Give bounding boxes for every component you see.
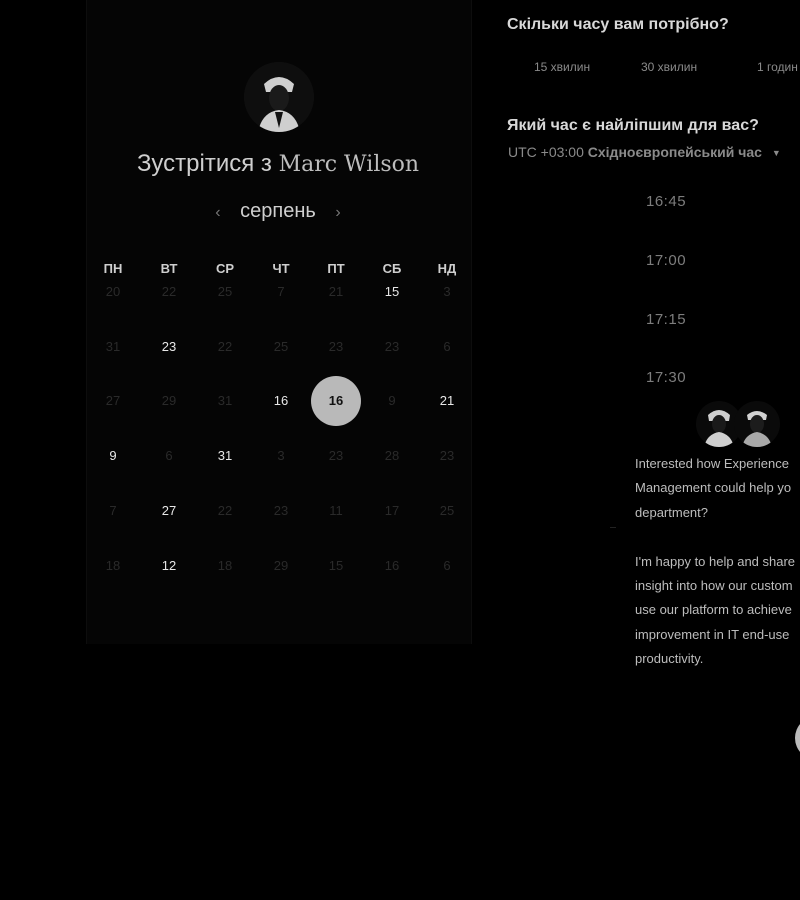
host-name: Marc Wilson [278, 152, 420, 177]
weekday-label: ПТ [327, 261, 345, 276]
calendar-day: 18 [217, 558, 233, 573]
duration-option-30[interactable]: 30 хвилин [641, 60, 697, 74]
calendar-day: 6 [443, 339, 451, 354]
calendar-day[interactable]: 31 [205, 446, 245, 466]
calendar-day: 18 [105, 558, 121, 573]
calendar-day: 23 [384, 339, 400, 354]
timezone-offset: UTC +03:00 [508, 144, 584, 160]
calendar-day: 6 [165, 448, 173, 463]
calendar-day: 23 [439, 448, 455, 463]
calendar-day: 22 [217, 503, 233, 518]
calendar-day: 7 [109, 503, 117, 518]
agent-avatar [734, 401, 780, 447]
calendar-day[interactable]: 21 [427, 391, 467, 411]
calendar-day: 15 [328, 558, 344, 573]
message-line: productivity. [635, 651, 704, 667]
message-line [635, 525, 800, 549]
caret-down-icon: ▼ [771, 148, 781, 159]
title-prefix: Зустрітися з [136, 150, 272, 177]
divider [610, 527, 616, 528]
month-navigation: ‹ серпень › [86, 200, 470, 223]
month-label: серпень [240, 200, 316, 222]
calendar-day: 29 [273, 558, 289, 573]
duration-question: Скільки часу вам потрібно? [507, 16, 729, 33]
time-slot[interactable]: 16:45 [646, 193, 686, 210]
calendar-day: 22 [217, 339, 233, 354]
calendar-day[interactable]: 16 [261, 391, 301, 411]
calendar-day: 25 [217, 284, 233, 299]
weekday-label: СБ [382, 261, 402, 276]
calendar-day: 27 [105, 393, 121, 408]
time-slot[interactable]: 17:30 [646, 369, 686, 386]
calendar-day: 22 [161, 284, 177, 299]
calendar-day: 31 [217, 393, 233, 408]
message-line: Interested how Experience [635, 456, 789, 471]
calendar-day: 21 [328, 284, 344, 299]
calendar-day: 25 [439, 503, 455, 518]
time-slot[interactable]: 17:00 [646, 252, 686, 269]
message-line: use our platform to achieve [635, 602, 792, 618]
calendar-day: 29 [161, 393, 177, 408]
weekday-label: ВТ [160, 261, 178, 276]
calendar-day[interactable]: 12 [149, 556, 189, 576]
chevron-left-icon[interactable]: ‹ [201, 204, 234, 222]
timezone-name: Східноєвропейський час [587, 144, 762, 160]
calendar-day: 11 [329, 503, 343, 518]
weekday-label: СР [215, 261, 235, 276]
calendar-day: 3 [443, 284, 451, 299]
chat-launcher-button[interactable] [795, 716, 800, 760]
message-line: I'm happy to help and share [635, 553, 796, 569]
weekday-label: ПН [103, 261, 123, 276]
timezone-selector[interactable]: UTC +03:00 Східноєвропейський час ▼ [508, 144, 781, 160]
calendar-day: 23 [328, 339, 344, 354]
calendar-day: 7 [277, 284, 285, 299]
calendar-day[interactable]: 23 [149, 337, 189, 357]
message-line: insight into how our custom [635, 578, 793, 594]
host-avatar [244, 62, 314, 132]
calendar-day-selected[interactable]: 16 [311, 376, 361, 426]
time-question: Який час є найліпшим для вас? [507, 117, 759, 134]
calendar-day: 6 [443, 558, 451, 573]
message-line: improvement in IT end-use [635, 626, 790, 642]
calendar-day: 3 [277, 448, 285, 463]
weekday-label: ЧТ [272, 261, 290, 276]
calendar-day[interactable]: 27 [149, 501, 189, 521]
weekday-label: НД [437, 261, 457, 276]
calendar-day: 17 [384, 503, 400, 518]
calendar-day: 23 [328, 448, 344, 463]
calendar-day[interactable]: 15 [372, 282, 412, 302]
calendar-day: 23 [273, 503, 289, 518]
message-line: Management could help yo [635, 480, 792, 496]
chevron-right-icon[interactable]: › [321, 204, 354, 222]
calendar-day: 16 [384, 558, 400, 573]
meeting-title: Зустрітися з Marc Wilson [86, 150, 470, 178]
calendar-day: 25 [273, 339, 289, 354]
calendar-day: 20 [105, 284, 121, 299]
duration-option-15[interactable]: 15 хвилин [534, 60, 590, 74]
calendar-day: 31 [105, 339, 121, 354]
duration-option-60[interactable]: 1 годин [757, 60, 798, 74]
chat-message: Interested how Experience Management coul… [635, 452, 800, 672]
message-line: department? [635, 504, 708, 520]
calendar-day: 9 [388, 393, 396, 408]
time-slot[interactable]: 17:15 [646, 311, 686, 328]
calendar-day[interactable]: 9 [93, 446, 133, 466]
chat-avatars [696, 401, 780, 449]
calendar-day: 28 [384, 448, 400, 463]
